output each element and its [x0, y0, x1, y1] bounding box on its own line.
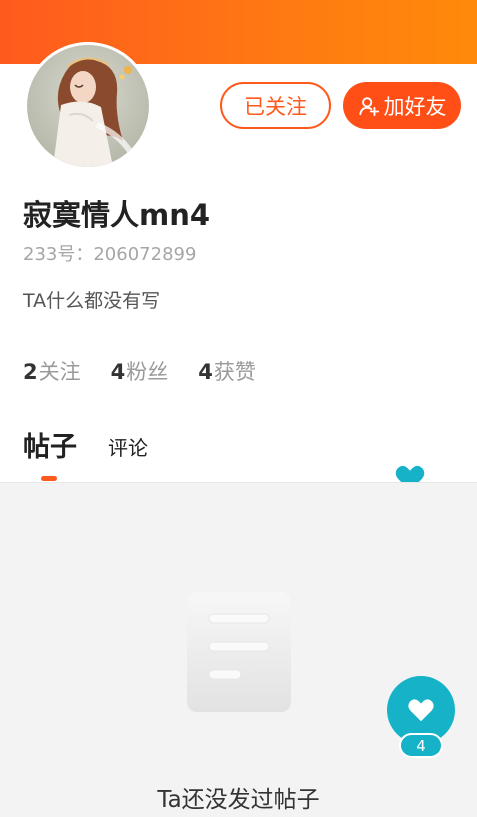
- avatar-image: [27, 45, 149, 167]
- stat-following[interactable]: 2关注: [23, 356, 81, 386]
- empty-document-icon: [187, 592, 291, 712]
- tab-posts[interactable]: 帖子: [23, 425, 77, 464]
- add-friend-button[interactable]: 加好友: [343, 82, 461, 129]
- add-user-icon: [358, 96, 379, 116]
- stat-likes-label: 获赞: [213, 360, 256, 384]
- followed-button-label: 已关注: [244, 94, 307, 119]
- user-id-label: 233号：: [23, 244, 94, 265]
- active-tab-indicator: [41, 476, 57, 481]
- bio: TA什么都没有写: [23, 290, 161, 312]
- like-count-badge: 4: [399, 733, 443, 758]
- stat-likes-count: 4: [198, 360, 213, 384]
- profile-tabs: 帖子 评论: [23, 425, 148, 464]
- heart-icon: [408, 699, 434, 722]
- stats-row: 2关注 4粉丝 4获赞: [23, 356, 256, 386]
- user-id: 233号：206072899: [23, 240, 196, 266]
- empty-state-message: Ta还没发过帖子: [157, 787, 320, 813]
- stat-followers-label: 粉丝: [126, 360, 169, 384]
- stat-followers-count: 4: [110, 360, 126, 384]
- add-friend-button-label: 加好友: [383, 94, 447, 119]
- stat-following-label: 关注: [38, 360, 81, 384]
- stat-likes[interactable]: 4获赞: [198, 356, 256, 386]
- stat-following-count: 2: [23, 360, 38, 384]
- avatar[interactable]: [24, 42, 152, 170]
- tab-comments[interactable]: 评论: [108, 432, 148, 464]
- username: 寂寞情人mn4: [23, 198, 211, 232]
- followed-button[interactable]: 已关注: [220, 82, 331, 129]
- stat-followers[interactable]: 4粉丝: [111, 356, 169, 386]
- user-id-value: 206072899: [93, 244, 197, 265]
